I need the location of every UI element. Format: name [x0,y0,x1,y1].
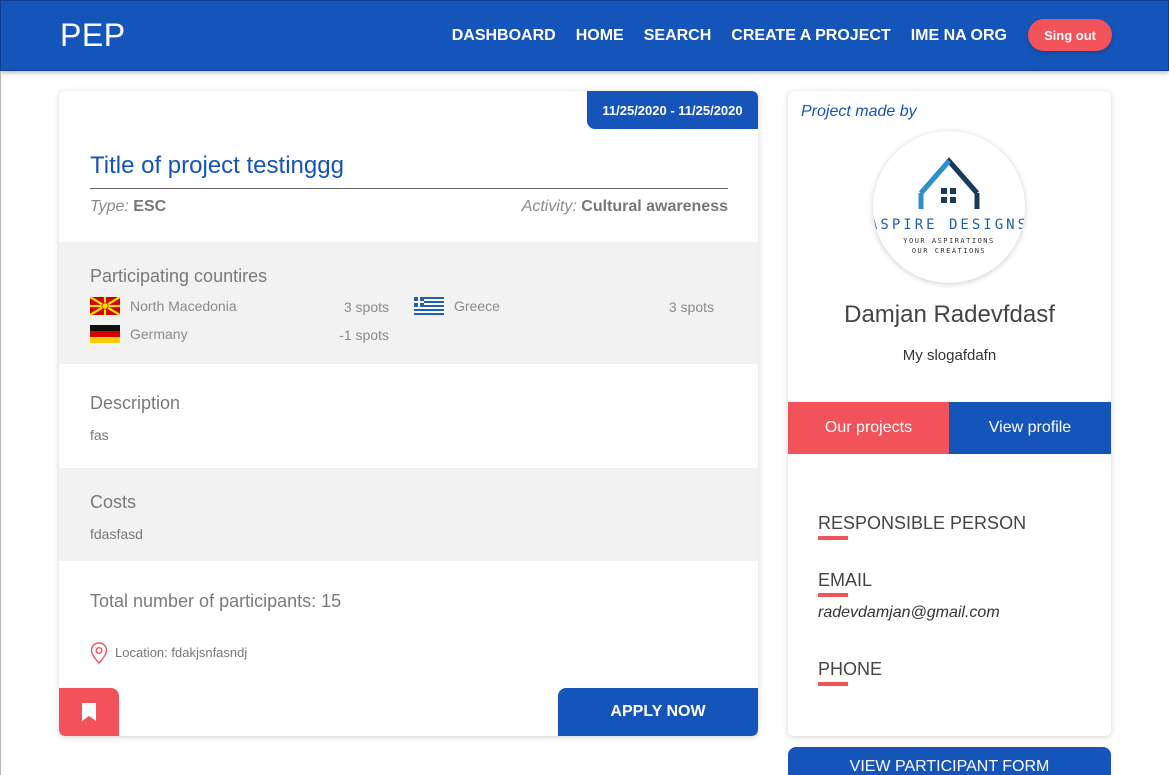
page-edge [0,71,1,775]
countries-section: Participating countires North Macedonia … [59,242,758,364]
country-name: Greece [454,298,500,314]
email-heading: EMAIL [818,570,873,590]
organization-logo[interactable]: ASPIRE DESIGNS YOUR ASPIRATIONS OUR CREA… [873,131,1025,283]
country-name: North Macedonia [130,298,237,314]
organization-name: Damjan Radevfdasf [844,301,1055,328]
country-name: Germany [130,326,188,342]
costs-section: Costs fdasfasd [59,468,758,561]
organization-slogan: My slogafdafn [902,347,997,364]
logo-title: ASPIRE DESIGNS [873,217,1025,233]
phone-heading: PHONE [818,659,883,679]
country-spots: -1 spots [339,327,389,343]
greece-flag-icon [414,297,444,315]
north-macedonia-flag-icon [90,297,120,315]
project-card: 11/25/2020 - 11/25/2020 Title of project… [59,91,758,736]
nav-links: DASHBOARD HOME SEARCH CREATE A PROJECT I… [452,27,1007,45]
countries-heading: Participating countires [90,266,268,286]
organizer-card: Project made by ASPIRE DESIGNS YOUR ASPI… [788,91,1111,736]
house-logo-icon: ASPIRE DESIGNS YOUR ASPIRATIONS OUR CREA… [873,157,1025,255]
project-type: Type: ESC [90,198,166,216]
brand-logo[interactable]: PEP [60,17,126,54]
country-germany: Germany [90,325,188,343]
project-title: Title of project testinggg [90,152,344,179]
country-spots: 3 spots [343,299,389,315]
country-greece: Greece [414,297,500,315]
description-heading: Description [90,393,181,413]
apply-now-button[interactable]: APPLY NOW [558,688,758,736]
heading-underline [818,536,848,540]
top-navbar: PEP DASHBOARD HOME SEARCH CREATE A PROJE… [0,0,1169,71]
nav-home[interactable]: HOME [576,27,624,45]
participants-total: Total number of participants: 15 [90,591,342,611]
description-section: Description fas [59,364,758,468]
signout-button[interactable]: Sing out [1028,19,1112,51]
nav-search[interactable]: SEARCH [644,27,712,45]
type-label: Type: [90,198,129,215]
responsible-person-heading: RESPONSIBLE PERSON [818,513,1027,533]
nav-create-project[interactable]: CREATE A PROJECT [731,27,890,45]
activity-label: Activity: [521,198,577,215]
made-by-label: Project made by [801,103,917,120]
bookmark-button[interactable] [59,688,119,736]
heading-underline [818,682,848,686]
our-projects-button[interactable]: Our projects [788,402,949,454]
country-spots: 3 spots [668,299,714,315]
description-text: fas [90,427,109,443]
country-north-macedonia: North Macedonia [90,297,237,315]
project-activity: Activity: Cultural awareness [522,198,728,216]
nav-org[interactable]: IME NA ORG [911,27,1007,45]
nav-dashboard[interactable]: DASHBOARD [452,27,556,45]
activity-value: Cultural awareness [581,198,728,215]
costs-text: fdasfasd [90,526,143,542]
email-value[interactable]: radevdamjan@gmail.com [818,604,1000,622]
location-text: Location: fdakjsnfasndj [115,645,248,660]
view-profile-button[interactable]: View profile [949,402,1111,454]
title-divider [90,188,728,189]
date-range-badge: 11/25/2020 - 11/25/2020 [587,91,758,129]
view-participant-form-button[interactable]: VIEW PARTICIPANT FORM [788,747,1111,775]
logo-tagline: YOUR ASPIRATIONS [903,237,994,245]
costs-heading: Costs [90,492,137,512]
type-value: ESC [133,198,167,215]
germany-flag-icon [90,325,120,343]
logo-tagline: OUR CREATIONS [912,247,986,255]
map-pin-icon [90,642,108,664]
heading-underline [818,593,848,597]
bookmark-icon [82,703,96,721]
